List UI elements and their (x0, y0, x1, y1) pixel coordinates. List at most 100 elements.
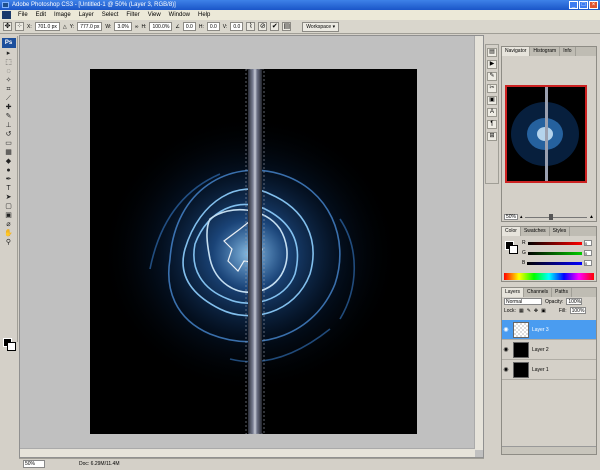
menu-layer[interactable]: Layer (75, 10, 98, 20)
tab-channels[interactable]: Channels (524, 288, 553, 297)
y-field[interactable]: 777.0 px (77, 22, 103, 31)
lock-all-icon[interactable]: ▣ (541, 308, 546, 314)
color-spectrum[interactable] (504, 273, 594, 280)
crop-tool-icon[interactable]: ⌗ (3, 86, 15, 94)
navigator-zoom-field[interactable]: 50% (504, 214, 518, 220)
red-slider[interactable] (527, 241, 582, 245)
slice-tool-icon[interactable]: ⟋ (3, 95, 15, 103)
tab-swatches[interactable]: Swatches (521, 227, 550, 236)
visibility-eye-icon[interactable]: ◉ (502, 326, 510, 333)
eraser-tool-icon[interactable]: ▭ (3, 140, 15, 148)
photoshop-logo: Ps (1, 38, 16, 48)
menu-help[interactable]: Help (194, 10, 214, 20)
lock-pixels-icon[interactable]: ✎ (527, 308, 531, 314)
gradient-tool-icon[interactable]: ▦ (3, 149, 15, 157)
eyedropper-tool-icon[interactable]: ⌀ (3, 221, 15, 229)
visibility-eye-icon[interactable]: ◉ (502, 366, 510, 373)
marquee-tool-icon[interactable]: ⬚ (3, 59, 15, 67)
brushes-icon[interactable]: ✎ (487, 72, 497, 81)
visibility-eye-icon[interactable]: ◉ (502, 346, 510, 353)
green-slider[interactable] (527, 251, 582, 255)
menu-edit[interactable]: Edit (32, 10, 50, 20)
blend-mode-select[interactable]: Normal (504, 298, 542, 305)
layer-row-2[interactable]: ◉ Layer 2 (502, 340, 596, 360)
move-tool-preset-icon[interactable]: ✥ (3, 22, 12, 31)
healing-brush-tool-icon[interactable]: ✚ (3, 104, 15, 112)
link-icon[interactable]: ∞ (135, 24, 139, 30)
notes-tool-icon[interactable]: ▣ (3, 212, 15, 220)
type-tool-icon[interactable]: T (3, 185, 15, 193)
bridge-icon[interactable]: ▤ (282, 22, 292, 31)
blue-value[interactable]: 0 (584, 260, 592, 266)
magic-wand-tool-icon[interactable]: ✧ (3, 77, 15, 85)
paragraph-icon[interactable]: ¶ (487, 120, 497, 129)
clone-stamp-tool-icon[interactable]: ⊥ (3, 122, 15, 130)
menu-window[interactable]: Window (165, 10, 194, 20)
zoom-out-icon[interactable]: ▴ (520, 214, 523, 220)
warp-icon[interactable]: ⌇ (246, 22, 256, 31)
commit-transform-icon[interactable]: ✔ (270, 22, 280, 31)
tool-presets-icon[interactable]: ✂ (487, 84, 497, 93)
width-field[interactable]: 3.0% (114, 22, 132, 31)
hskew-field[interactable]: 0.0 (206, 22, 220, 31)
hand-tool-icon[interactable]: ✋ (3, 230, 15, 238)
menu-file[interactable]: File (14, 10, 32, 20)
x-field[interactable]: 701.0 px (34, 22, 60, 31)
menu-filter[interactable]: Filter (122, 10, 143, 20)
move-tool-icon[interactable]: ▸ (3, 50, 15, 58)
fill-field[interactable]: 100% (569, 307, 586, 314)
opacity-field[interactable]: 100% (566, 298, 583, 305)
brush-tool-icon[interactable]: ✎ (3, 113, 15, 121)
green-value[interactable]: 0 (584, 250, 592, 256)
actions-icon[interactable]: ▶ (487, 60, 497, 69)
height-field[interactable]: 100.0% (149, 22, 173, 31)
layer-row-3[interactable]: ◉ Layer 3 (502, 320, 596, 340)
dodge-tool-icon[interactable]: ● (3, 167, 15, 175)
navigator-preview[interactable] (505, 85, 587, 183)
layer-row-1[interactable]: ◉ Layer 1 (502, 360, 596, 380)
layer-comps-icon[interactable]: ▣ (487, 96, 497, 105)
lock-position-icon[interactable]: ✥ (534, 308, 538, 314)
minimize-button[interactable]: _ (569, 1, 578, 9)
lasso-tool-icon[interactable]: ◌ (3, 68, 15, 76)
tab-paths[interactable]: Paths (552, 288, 572, 297)
history-icon[interactable]: ▤ (487, 48, 497, 57)
lock-transparency-icon[interactable]: ▦ (519, 308, 524, 314)
zoom-tool-icon[interactable]: ⚲ (3, 239, 15, 247)
path-selection-tool-icon[interactable]: ➤ (3, 194, 15, 202)
zoom-level-field[interactable]: 50% (23, 459, 45, 468)
red-value[interactable]: 0 (584, 240, 592, 246)
document-icon[interactable] (2, 11, 11, 19)
background-color-swatch[interactable] (7, 342, 16, 351)
tab-histogram[interactable]: Histogram (530, 47, 561, 56)
character-icon[interactable]: A (487, 108, 497, 117)
tab-navigator[interactable]: Navigator (502, 47, 531, 56)
rotate-field[interactable]: 0.0 (182, 22, 196, 31)
menu-view[interactable]: View (144, 10, 165, 20)
vertical-scrollbar[interactable] (474, 36, 483, 450)
menu-image[interactable]: Image (50, 10, 75, 20)
clone-source-icon[interactable]: ⊞ (487, 132, 497, 141)
menu-select[interactable]: Select (98, 10, 123, 20)
blur-tool-icon[interactable]: ◆ (3, 158, 15, 166)
tab-color[interactable]: Color (502, 227, 521, 236)
navigator-zoom-slider[interactable] (524, 213, 588, 220)
zoom-in-icon[interactable]: ▲ (589, 214, 594, 220)
horizontal-scrollbar[interactable] (20, 448, 475, 457)
maximize-button[interactable]: □ (579, 1, 588, 9)
reference-point-icon[interactable]: ⁘ (15, 22, 24, 31)
vskew-field[interactable]: 0.0 (230, 22, 244, 31)
tab-styles[interactable]: Styles (550, 227, 571, 236)
image-canvas[interactable] (90, 69, 417, 434)
tab-layers[interactable]: Layers (502, 288, 525, 297)
navigator-zoom-knob[interactable] (548, 213, 553, 220)
history-brush-tool-icon[interactable]: ↺ (3, 131, 15, 139)
cancel-transform-icon[interactable]: ⊘ (258, 22, 268, 31)
blue-slider[interactable] (527, 261, 582, 265)
color-panel-background[interactable] (509, 245, 518, 254)
workspace-menu[interactable]: Workspace ▾ (302, 21, 340, 32)
close-button[interactable]: × (589, 1, 598, 9)
shape-tool-icon[interactable]: ▢ (3, 203, 15, 211)
pen-tool-icon[interactable]: ✒ (3, 176, 15, 184)
tab-info[interactable]: Info (560, 47, 576, 56)
